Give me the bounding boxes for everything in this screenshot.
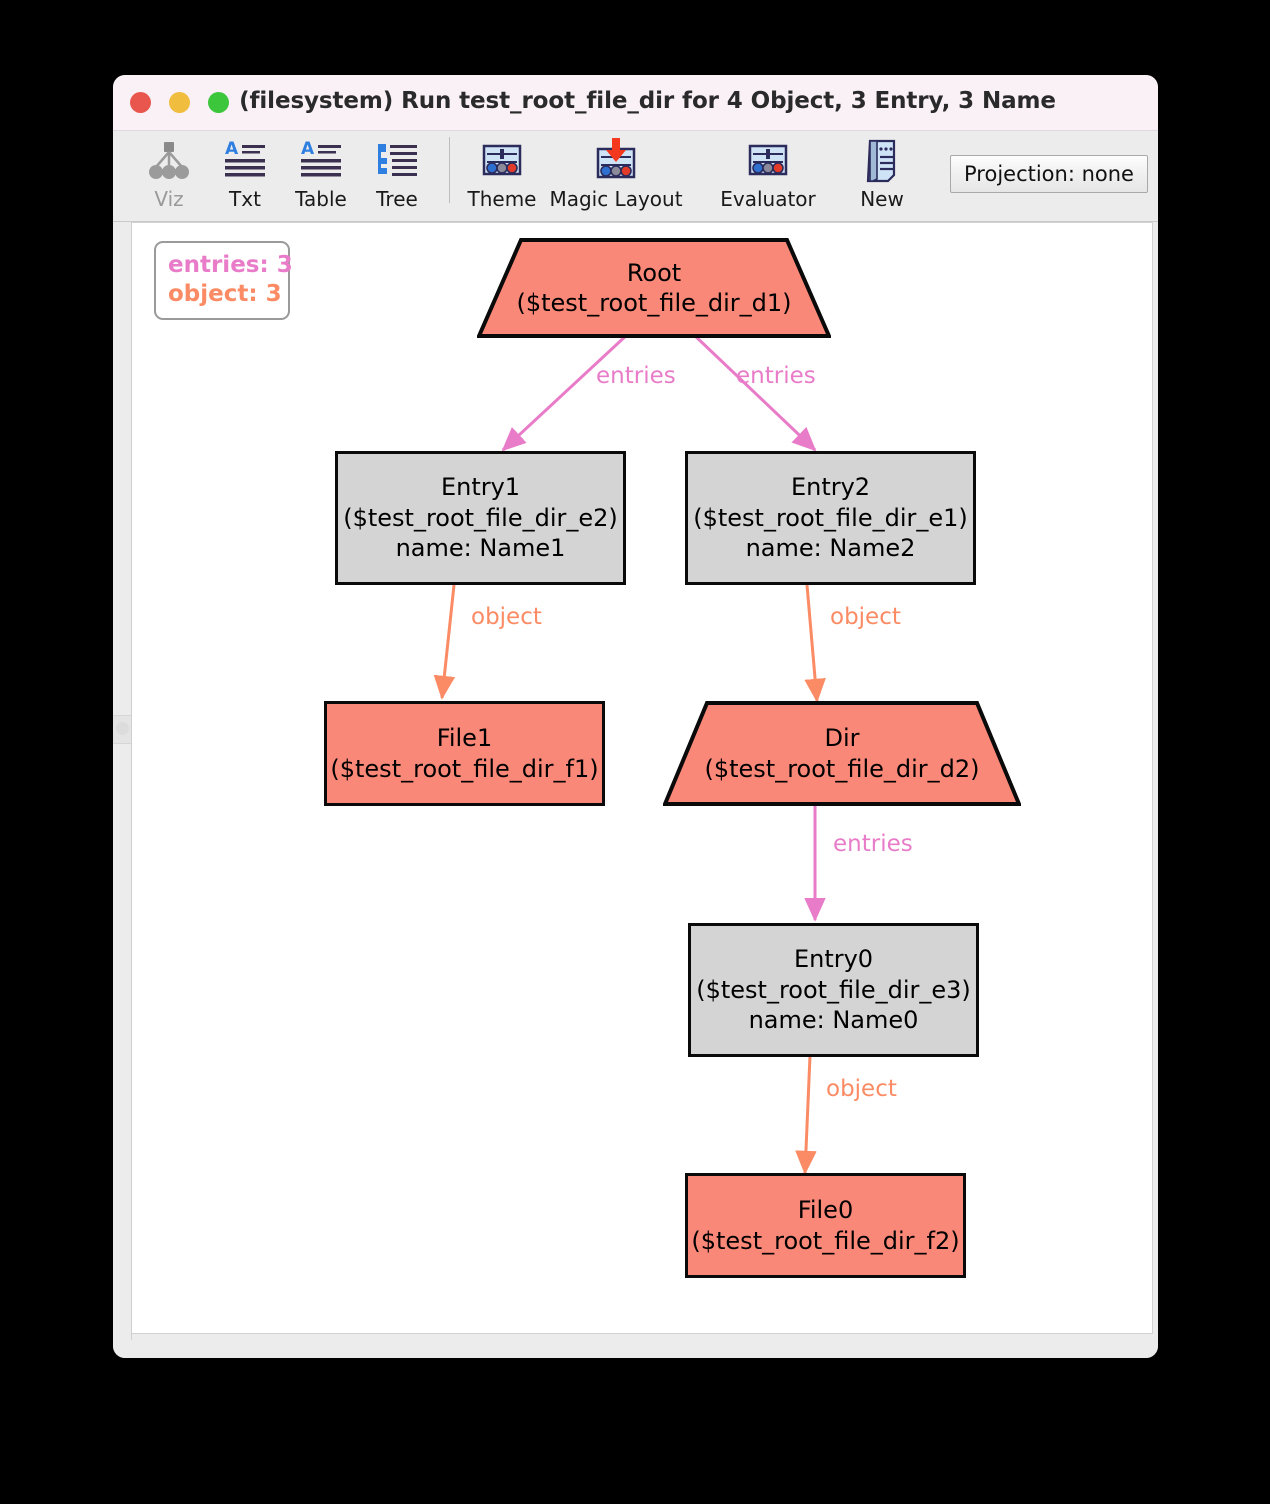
graph-node-file0[interactable]: File0 ($test_root_file_dir_f2) [685, 1173, 966, 1278]
graph-node-dir-text: Dir ($test_root_file_dir_d2) [663, 723, 1021, 784]
evaluator-icon [745, 137, 791, 185]
svg-text:A: A [225, 139, 239, 159]
toolbar: Viz A Txt A Table Tree Theme Magic Layou… [113, 131, 1158, 222]
node-line: ($test_root_file_dir_f2) [691, 1226, 960, 1255]
toolbar-label-new: New [860, 187, 904, 211]
split-pane-divider[interactable] [113, 222, 132, 1340]
node-line: ($test_root_file_dir_e1) [693, 503, 968, 532]
node-line: name: Name2 [745, 534, 916, 563]
application-window: (filesystem) Run test_root_file_dir for … [113, 75, 1158, 1358]
edge-entry0-file0 [795, 1055, 817, 1175]
toolbar-button-evaluator[interactable]: Evaluator [692, 131, 844, 211]
graph-node-file1[interactable]: File1 ($test_root_file_dir_f1) [324, 701, 605, 806]
node-line: Root [626, 258, 682, 287]
edge-label-entries-3: entries [833, 831, 913, 857]
toolbar-action-group: Theme Magic Layout Evaluator New [464, 131, 920, 211]
toolbar-button-tree[interactable]: Tree [359, 131, 435, 211]
window-bottom-edge [113, 1340, 1158, 1358]
edge-label-entries-1: entries [596, 363, 676, 389]
edge-label-object-1: object [471, 604, 542, 630]
node-line: name: Name0 [748, 1006, 919, 1035]
graph-node-entry0[interactable]: Entry0 ($test_root_file_dir_e3) name: Na… [688, 923, 979, 1057]
toolbar-button-magic-layout[interactable]: Magic Layout [540, 131, 692, 211]
node-line: ($test_root_file_dir_f1) [330, 754, 599, 783]
text-lines-icon: A [299, 137, 343, 185]
graph-node-entry2[interactable]: Entry2 ($test_root_file_dir_e1) name: Na… [685, 451, 976, 585]
toolbar-separator [449, 137, 450, 203]
edge-entry2-dir [804, 584, 826, 703]
edge-label-object-2: object [830, 604, 901, 630]
node-line: ($test_root_file_dir_e3) [696, 975, 971, 1004]
graph-node-entry1[interactable]: Entry1 ($test_root_file_dir_e2) name: Na… [335, 451, 626, 585]
graph-canvas[interactable]: entries entries object object entries ob… [132, 222, 1153, 1334]
node-line: name: Name1 [395, 534, 566, 563]
toolbar-label-viz: Viz [154, 187, 184, 211]
tree-list-icon [375, 137, 419, 185]
desktop-background: (filesystem) Run test_root_file_dir for … [0, 0, 1270, 1504]
graph-nodes-icon [147, 137, 191, 185]
legend-box: entries: 3 object: 3 [154, 241, 293, 320]
node-line: File1 [436, 724, 493, 753]
node-line: Dir [824, 724, 860, 753]
edge-root-entry1 [501, 331, 631, 452]
toolbar-label-tree: Tree [376, 187, 418, 211]
graph-node-dir[interactable]: Dir ($test_root_file_dir_d2) [663, 701, 1021, 806]
graph-node-root[interactable]: Root ($test_root_file_dir_d1) [477, 238, 831, 338]
toolbar-label-magic-layout: Magic Layout [549, 187, 683, 211]
toolbar-button-table[interactable]: A Table [283, 131, 359, 211]
new-scroll-icon [860, 137, 904, 185]
text-lines-icon: A [223, 137, 267, 185]
edge-label-entries-2: entries [736, 363, 816, 389]
node-line: Entry1 [440, 473, 521, 502]
graph-node-root-text: Root ($test_root_file_dir_d1) [477, 258, 831, 319]
edge-root-entry2 [690, 331, 817, 452]
node-line: Entry2 [790, 473, 871, 502]
node-line: Entry0 [793, 945, 874, 974]
toolbar-view-group: Viz A Txt A Table Tree [131, 131, 435, 211]
magic-layout-icon [593, 137, 639, 185]
projection-button[interactable]: Projection: none [950, 155, 1148, 193]
edge-entry1-file1 [433, 584, 456, 700]
node-line: ($test_root_file_dir_d1) [516, 289, 792, 317]
canvas-container: entries entries object object entries ob… [113, 222, 1158, 1340]
node-line: File0 [797, 1196, 854, 1225]
toolbar-label-table: Table [295, 187, 347, 211]
svg-text:A: A [301, 139, 315, 159]
toolbar-label-evaluator: Evaluator [720, 187, 816, 211]
toolbar-label-txt: Txt [229, 187, 261, 211]
node-line: ($test_root_file_dir_e2) [343, 503, 618, 532]
legend-entries-count: entries: 3 [168, 252, 293, 278]
theme-panel-icon [479, 137, 525, 185]
window-title: (filesystem) Run test_root_file_dir for … [239, 88, 1056, 114]
node-line: ($test_root_file_dir_d2) [704, 754, 980, 783]
toolbar-button-txt[interactable]: A Txt [207, 131, 283, 211]
toolbar-button-new[interactable]: New [844, 131, 920, 211]
toolbar-label-theme: Theme [467, 187, 537, 211]
toolbar-button-viz[interactable]: Viz [131, 131, 207, 211]
legend-object-count: object: 3 [168, 280, 282, 307]
title-bar: (filesystem) Run test_root_file_dir for … [113, 75, 1158, 131]
toolbar-button-theme[interactable]: Theme [464, 131, 540, 211]
split-handle-knob[interactable] [116, 722, 129, 735]
edge-label-object-3: object [826, 1076, 897, 1102]
